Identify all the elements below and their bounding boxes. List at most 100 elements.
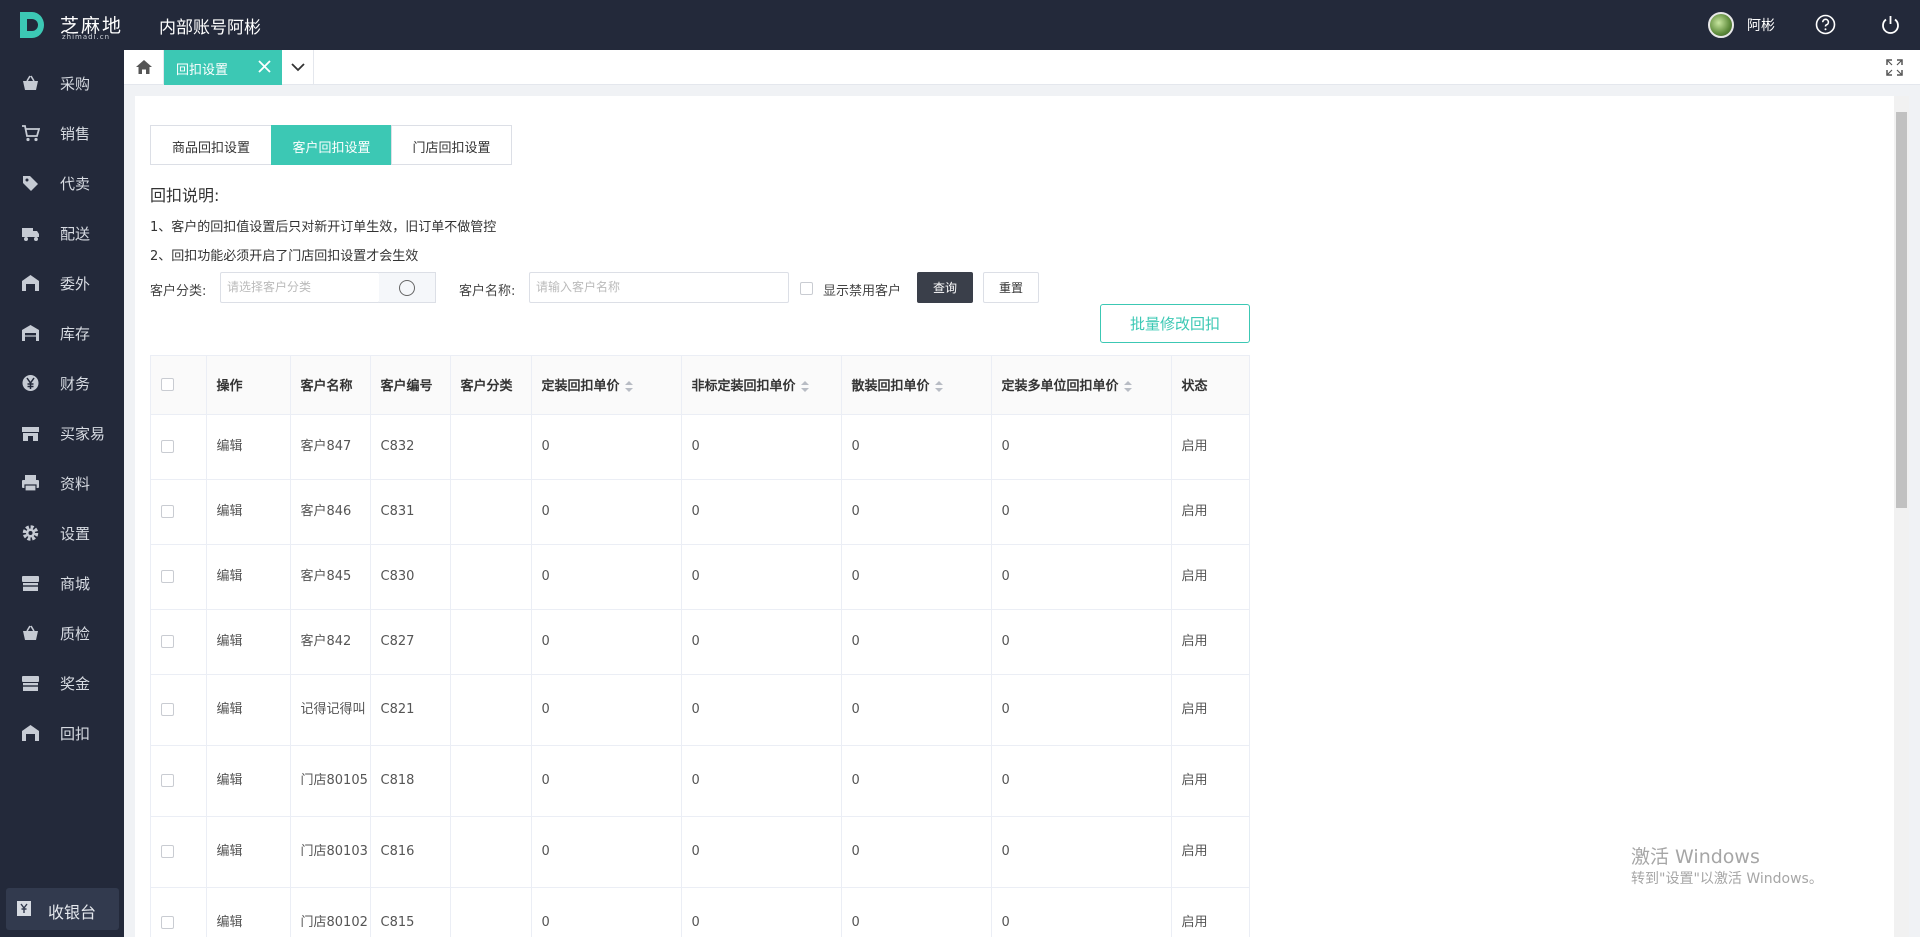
fullscreen-icon[interactable] <box>1886 59 1903 76</box>
row-checkbox[interactable] <box>161 916 174 929</box>
sidebar-item-outsource[interactable]: 委外 <box>0 263 124 303</box>
customer-category-cell <box>450 887 532 937</box>
table-header-row: 操作 客户名称 客户编号 客户分类 定装回扣单价 非标定装回扣单价 散装回扣单价… <box>151 356 1249 415</box>
column-header: 操作 <box>206 356 291 415</box>
cashier-label: 收银台 <box>48 903 97 922</box>
edit-link[interactable]: 编辑 <box>206 887 291 937</box>
column-header-sortable[interactable]: 散装回扣单价 <box>841 356 992 415</box>
home-icon <box>136 60 152 74</box>
sidebar-item-consign[interactable]: 代卖 <box>0 163 124 203</box>
sidebar: 采购 销售 代卖 配送 委外 库存 财务 买家易 资料 设置 商城 质检 奖金 … <box>0 50 124 937</box>
customer-category-cell <box>450 479 532 545</box>
column-header-sortable[interactable]: 非标定装回扣单价 <box>681 356 842 415</box>
customer-category-cell <box>450 816 532 888</box>
multiunit-rebate-cell: 0 <box>991 544 1172 610</box>
customer-code-cell: C832 <box>370 414 451 480</box>
row-checkbox[interactable] <box>161 635 174 648</box>
edit-link[interactable]: 编辑 <box>206 816 291 888</box>
sidebar-item-label: 委外 <box>60 275 91 293</box>
tab-rebate-settings[interactable]: 回扣设置 <box>164 50 282 85</box>
segment-label: 门店回扣设置 <box>412 141 491 156</box>
edit-link[interactable]: 编辑 <box>206 745 291 817</box>
fixed-rebate-cell: 0 <box>531 479 682 545</box>
user-name[interactable]: 阿彬 <box>1747 15 1775 35</box>
sidebar-item-delivery[interactable]: 配送 <box>0 213 124 253</box>
sidebar-item-label: 配送 <box>60 225 91 243</box>
table-row: 编辑 客户847 C832 0 0 0 0 启用 <box>151 414 1249 480</box>
nonstandard-rebate-cell: 0 <box>681 887 842 937</box>
category-picker-button[interactable] <box>379 272 436 303</box>
row-select-cell <box>151 544 207 610</box>
row-checkbox[interactable] <box>161 845 174 858</box>
home-button[interactable] <box>124 50 164 85</box>
table-row: 编辑 门店80103 C816 0 0 0 0 启用 <box>151 816 1249 888</box>
nonstandard-rebate-cell: 0 <box>681 414 842 480</box>
segment-product-rebate[interactable]: 商品回扣设置 <box>150 125 272 165</box>
fixed-rebate-cell: 0 <box>531 544 682 610</box>
sidebar-item-buyer[interactable]: 买家易 <box>0 413 124 453</box>
fixed-rebate-cell: 0 <box>531 414 682 480</box>
customer-category-cell <box>450 544 532 610</box>
app-logo[interactable]: 芝麻地 zhimadi.cn <box>18 10 128 42</box>
query-button[interactable]: 查询 <box>917 272 973 303</box>
sidebar-item-sales[interactable]: 销售 <box>0 113 124 153</box>
scrollbar-thumb[interactable] <box>1896 112 1907 508</box>
power-icon[interactable] <box>1880 14 1901 35</box>
edit-link[interactable]: 编辑 <box>206 479 291 545</box>
cashier-button[interactable]: 收银台 <box>6 888 119 930</box>
row-checkbox[interactable] <box>161 703 174 716</box>
edit-link[interactable]: 编辑 <box>206 609 291 675</box>
sidebar-item-label: 回扣 <box>60 725 91 743</box>
user-avatar[interactable] <box>1708 12 1734 38</box>
bulk-rebate-cell: 0 <box>841 816 992 888</box>
sort-icon[interactable] <box>624 380 633 393</box>
row-checkbox[interactable] <box>161 505 174 518</box>
row-checkbox[interactable] <box>161 440 174 453</box>
batch-edit-rebate-button[interactable]: 批量修改回扣 <box>1100 304 1250 343</box>
status-cell: 启用 <box>1171 674 1249 746</box>
category-select-input[interactable]: 请选择客户分类 <box>220 272 380 303</box>
segment-customer-rebate[interactable]: 客户回扣设置 <box>271 125 392 165</box>
table-row: 编辑 门店80105 C818 0 0 0 0 启用 <box>151 745 1249 817</box>
name-filter-label: 客户名称: <box>459 284 516 299</box>
sidebar-item-rebate[interactable]: 回扣 <box>0 713 124 753</box>
cashier-icon <box>17 901 31 916</box>
column-header: 客户编号 <box>370 356 451 415</box>
segment-store-rebate[interactable]: 门店回扣设置 <box>391 125 512 165</box>
edit-link[interactable]: 编辑 <box>206 674 291 746</box>
cart-icon <box>22 125 40 142</box>
sidebar-item-mall[interactable]: 商城 <box>0 563 124 603</box>
logo-subtext: zhimadi.cn <box>62 33 111 41</box>
help-icon[interactable] <box>1815 14 1836 35</box>
column-header-label: 定装多单位回扣单价 <box>1001 379 1119 395</box>
sort-icon[interactable] <box>1123 380 1132 393</box>
column-header-sortable[interactable]: 定装多单位回扣单价 <box>991 356 1172 415</box>
customer-name-input[interactable]: 请输入客户名称 <box>529 272 789 303</box>
customer-name-cell: 门店80102 <box>290 887 371 937</box>
edit-link[interactable]: 编辑 <box>206 414 291 480</box>
logo-mark-icon <box>20 12 44 38</box>
sidebar-item-purchase[interactable]: 采购 <box>0 63 124 103</box>
sidebar-item-settings[interactable]: 设置 <box>0 513 124 553</box>
show-disabled-checkbox[interactable] <box>800 282 813 295</box>
reset-button[interactable]: 重置 <box>983 272 1039 303</box>
row-checkbox[interactable] <box>161 570 174 583</box>
sidebar-item-finance[interactable]: 财务 <box>0 363 124 403</box>
sidebar-item-data[interactable]: 资料 <box>0 463 124 503</box>
edit-link[interactable]: 编辑 <box>206 544 291 610</box>
table-row: 编辑 客户842 C827 0 0 0 0 启用 <box>151 609 1249 675</box>
tab-menu-dropdown[interactable] <box>282 50 314 85</box>
sidebar-item-inventory[interactable]: 库存 <box>0 313 124 353</box>
select-all-checkbox[interactable] <box>161 378 174 392</box>
sidebar-item-quality[interactable]: 质检 <box>0 613 124 653</box>
sort-icon[interactable] <box>934 380 943 393</box>
fixed-rebate-cell: 0 <box>531 609 682 675</box>
row-checkbox[interactable] <box>161 774 174 787</box>
column-header-sortable[interactable]: 定装回扣单价 <box>531 356 682 415</box>
sidebar-item-bonus[interactable]: 奖金 <box>0 663 124 703</box>
sort-icon[interactable] <box>800 380 809 393</box>
nonstandard-rebate-cell: 0 <box>681 745 842 817</box>
status-cell: 启用 <box>1171 544 1249 610</box>
close-icon[interactable] <box>256 58 273 75</box>
multiunit-rebate-cell: 0 <box>991 816 1172 888</box>
